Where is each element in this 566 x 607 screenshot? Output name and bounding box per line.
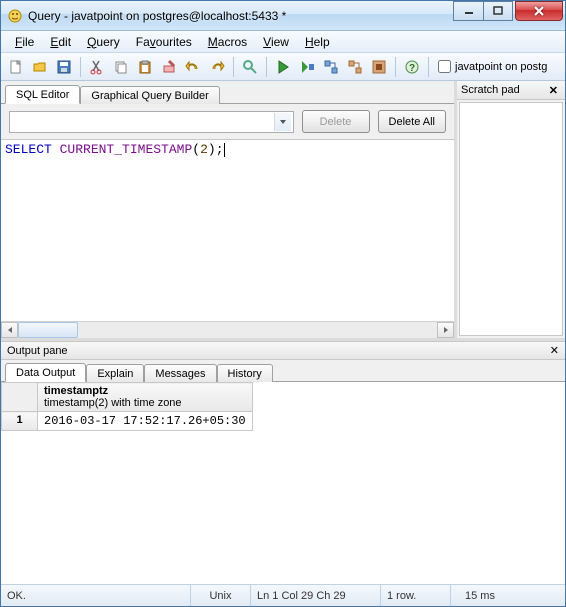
connection-selector[interactable]: javatpoint on postg xyxy=(434,60,551,73)
chevron-down-icon xyxy=(274,113,291,131)
main-area: SQL Editor Graphical Query Builder Delet… xyxy=(1,81,565,606)
scratch-header: Scratch pad ✕ xyxy=(457,81,565,100)
menu-view[interactable]: View xyxy=(255,33,297,51)
tab-sql-editor[interactable]: SQL Editor xyxy=(5,85,80,104)
status-cursor: Ln 1 Col 29 Ch 29 xyxy=(251,585,381,606)
tab-data-output[interactable]: Data Output xyxy=(5,363,86,382)
paste-icon[interactable] xyxy=(134,56,156,78)
menu-edit[interactable]: Edit xyxy=(42,33,79,51)
tab-graphical-query-builder[interactable]: Graphical Query Builder xyxy=(80,86,219,104)
window-title: Query - javatpoint on postgres@localhost… xyxy=(28,9,453,23)
editor-tabs: SQL Editor Graphical Query Builder xyxy=(1,81,454,104)
scroll-track[interactable] xyxy=(18,322,437,338)
menu-file[interactable]: File xyxy=(7,33,42,51)
connection-checkbox[interactable] xyxy=(438,60,451,73)
tab-messages[interactable]: Messages xyxy=(144,364,216,382)
scroll-thumb[interactable] xyxy=(18,322,78,338)
status-encoding: Unix xyxy=(191,585,251,606)
output-pane-title: Output pane xyxy=(7,345,68,357)
minimize-button[interactable] xyxy=(453,1,483,21)
delete-button[interactable]: Delete xyxy=(302,110,370,133)
editor-panel: SQL Editor Graphical Query Builder Delet… xyxy=(1,81,457,338)
app-icon xyxy=(7,8,23,24)
cell-value[interactable]: 2016-03-17 17:52:17.26+05:30 xyxy=(38,412,253,431)
status-rows: 1 row. xyxy=(381,585,451,606)
scratch-body[interactable] xyxy=(459,102,563,336)
scroll-left-icon[interactable] xyxy=(1,322,18,338)
text-caret xyxy=(224,143,225,157)
explain-analyze-icon[interactable] xyxy=(344,56,366,78)
output-tabs: Data Output Explain Messages History xyxy=(1,360,565,382)
execute-pgscript-icon[interactable] xyxy=(296,56,318,78)
maximize-button[interactable] xyxy=(483,1,513,21)
status-time: 15 ms xyxy=(451,585,565,606)
connection-label: javatpoint on postg xyxy=(455,61,547,73)
execute-icon[interactable] xyxy=(272,56,294,78)
redo-icon[interactable] xyxy=(206,56,228,78)
output-pane: Data Output Explain Messages History tim… xyxy=(1,360,565,584)
delete-all-button[interactable]: Delete All xyxy=(378,110,446,133)
scroll-right-icon[interactable] xyxy=(437,322,454,338)
tab-explain[interactable]: Explain xyxy=(86,364,144,382)
scratch-panel: Scratch pad ✕ xyxy=(457,81,565,338)
menu-bar: File Edit Query Favourites Macros View H… xyxy=(1,31,565,53)
clear-icon[interactable] xyxy=(158,56,180,78)
editor-horizontal-scrollbar[interactable] xyxy=(1,321,454,338)
table-row[interactable]: 1 2016-03-17 17:52:17.26+05:30 xyxy=(2,412,253,431)
save-icon[interactable] xyxy=(53,56,75,78)
result-grid[interactable]: timestamptz timestamp(2) with time zone … xyxy=(1,382,565,584)
cancel-icon[interactable] xyxy=(368,56,390,78)
result-table: timestamptz timestamp(2) with time zone … xyxy=(1,382,253,431)
output-close-icon[interactable]: ✕ xyxy=(550,344,559,357)
menu-macros[interactable]: Macros xyxy=(200,33,255,51)
cut-icon[interactable] xyxy=(86,56,108,78)
toolbar: ? javatpoint on postg xyxy=(1,53,565,81)
explain-icon[interactable] xyxy=(320,56,342,78)
sql-editor[interactable]: SELECT CURRENT_TIMESTAMP(2); xyxy=(1,140,454,321)
menu-favourites[interactable]: Favourites xyxy=(128,33,200,51)
help-icon[interactable]: ? xyxy=(401,56,423,78)
svg-text:?: ? xyxy=(409,63,415,74)
new-icon[interactable] xyxy=(5,56,27,78)
scratch-title: Scratch pad xyxy=(461,84,520,96)
editor-controls: Delete Delete All xyxy=(1,104,454,140)
tab-history[interactable]: History xyxy=(217,364,273,382)
menu-help[interactable]: Help xyxy=(297,33,338,51)
copy-icon[interactable] xyxy=(110,56,132,78)
undo-icon[interactable] xyxy=(182,56,204,78)
window-controls xyxy=(453,1,563,21)
close-button[interactable] xyxy=(515,1,563,21)
menu-query[interactable]: Query xyxy=(79,33,128,51)
table-header-row: timestamptz timestamp(2) with time zone xyxy=(2,383,253,412)
title-bar: Query - javatpoint on postgres@localhost… xyxy=(1,1,565,31)
status-ok: OK. xyxy=(1,585,191,606)
scratch-close-icon[interactable]: ✕ xyxy=(546,84,561,97)
column-header[interactable]: timestamptz timestamp(2) with time zone xyxy=(38,383,253,412)
open-icon[interactable] xyxy=(29,56,51,78)
previous-queries-dropdown[interactable] xyxy=(9,111,294,133)
find-icon[interactable] xyxy=(239,56,261,78)
status-bar: OK. Unix Ln 1 Col 29 Ch 29 1 row. 15 ms xyxy=(1,584,565,606)
app-window: Query - javatpoint on postgres@localhost… xyxy=(0,0,566,607)
output-pane-header: Output pane ✕ xyxy=(1,341,565,360)
row-number[interactable]: 1 xyxy=(2,412,38,431)
top-split: SQL Editor Graphical Query Builder Delet… xyxy=(1,81,565,341)
table-corner xyxy=(2,383,38,412)
sql-text[interactable]: SELECT CURRENT_TIMESTAMP(2); xyxy=(1,140,454,159)
